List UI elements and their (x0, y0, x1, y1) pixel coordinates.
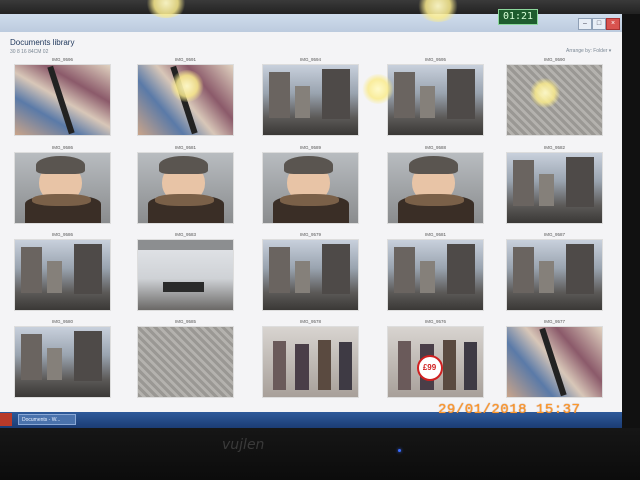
timer-display: 01:21 (498, 9, 538, 25)
photo-thumbnail[interactable] (506, 239, 603, 311)
light-glare (362, 74, 394, 104)
photo-tile[interactable]: IMG_9586 (14, 145, 111, 236)
photo-caption: IMG_9588 (424, 145, 446, 150)
photo-timestamp: 29/01/2018 15:37 (438, 402, 581, 418)
photo-thumbnail[interactable] (387, 152, 484, 224)
photo-caption: IMG_9594 (299, 57, 321, 62)
photo-caption: IMG_9581 (424, 232, 446, 237)
photo-thumbnail[interactable] (14, 239, 111, 311)
photo-tile[interactable]: IMG_9589 (262, 145, 359, 236)
monitor-side (622, 14, 640, 428)
photo-caption: IMG_9580 (51, 319, 73, 324)
photo-tile[interactable]: IMG_9582 (506, 145, 603, 236)
ceiling (0, 0, 640, 14)
photo-caption: IMG_9586 (51, 145, 73, 150)
photo-caption: IMG_9585 (174, 319, 196, 324)
price-sign: £99 (416, 355, 443, 381)
photo-caption: IMG_9583 (174, 232, 196, 237)
photo-thumbnail[interactable] (262, 326, 359, 398)
photo-caption: IMG_9578 (299, 319, 321, 324)
photo-tile[interactable]: IMG_9586 (14, 232, 111, 323)
photo-caption: IMG_9577 (543, 319, 565, 324)
photo-thumbnail[interactable] (14, 152, 111, 224)
photo-thumbnail[interactable] (137, 152, 234, 224)
light-glare (170, 70, 204, 102)
photo-caption: IMG_9576 (424, 319, 446, 324)
photo-caption: IMG_9589 (299, 145, 321, 150)
photo-caption: IMG_9595 (424, 57, 446, 62)
photo-caption: IMG_9581 (174, 145, 196, 150)
photo-caption: IMG_9590 (543, 57, 565, 62)
photo-thumbnail[interactable] (137, 239, 234, 311)
photo-thumbnail[interactable] (14, 326, 111, 398)
photo-thumbnail[interactable] (262, 152, 359, 224)
photo-tile[interactable]: IMG_9576 £99 (387, 319, 484, 410)
photo-tile[interactable]: IMG_9579 (262, 232, 359, 323)
photo-thumbnail[interactable] (506, 326, 603, 398)
photo-tile[interactable]: IMG_9595 (387, 57, 484, 148)
photo-tile[interactable]: IMG_9580 (14, 319, 111, 410)
photo-thumbnail[interactable] (262, 239, 359, 311)
photo-caption: IMG_9579 (299, 232, 321, 237)
photo-thumbnail[interactable] (14, 64, 111, 136)
photo-tile[interactable]: IMG_9583 (137, 232, 234, 323)
photo-tile[interactable]: IMG_9581 (387, 232, 484, 323)
photo-thumbnail[interactable] (387, 239, 484, 311)
photo-caption: IMG_9587 (543, 232, 565, 237)
photo-grid: IMG_9596 IMG_9591 IMG_9594 IMG_9595 IMG_… (0, 14, 622, 414)
photo-tile[interactable]: IMG_9590 (506, 57, 603, 148)
photo-caption: IMG_9586 (51, 232, 73, 237)
photo-caption: IMG_9596 (51, 57, 73, 62)
photo-tile[interactable]: IMG_9577 (506, 319, 603, 410)
photo-tile[interactable]: IMG_9596 (14, 57, 111, 148)
photo-tile[interactable]: IMG_9588 (387, 145, 484, 236)
photo-thumbnail[interactable] (387, 64, 484, 136)
photo-tile[interactable]: IMG_9587 (506, 232, 603, 323)
photo-thumbnail[interactable] (262, 64, 359, 136)
brand-logo: vujlen (222, 437, 265, 453)
photo-caption: IMG_9582 (543, 145, 565, 150)
photo-tile[interactable]: IMG_9581 (137, 145, 234, 236)
photo-thumbnail[interactable] (506, 152, 603, 224)
start-button[interactable] (0, 413, 12, 426)
photo-tile[interactable]: IMG_9578 (262, 319, 359, 410)
photo-caption: IMG_9591 (174, 57, 196, 62)
taskbar-item-documents[interactable]: Documents - W... (18, 414, 76, 425)
photo-thumbnail[interactable]: £99 (387, 326, 484, 398)
photo-tile[interactable]: IMG_9585 (137, 319, 234, 410)
power-led (398, 449, 401, 452)
photo-thumbnail[interactable] (137, 326, 234, 398)
monitor-screen: – □ × Documents library 30 8 16 84CM 02 … (0, 14, 622, 428)
light-glare (530, 78, 560, 108)
monitor-bezel (0, 428, 640, 480)
photo-tile[interactable]: IMG_9594 (262, 57, 359, 148)
